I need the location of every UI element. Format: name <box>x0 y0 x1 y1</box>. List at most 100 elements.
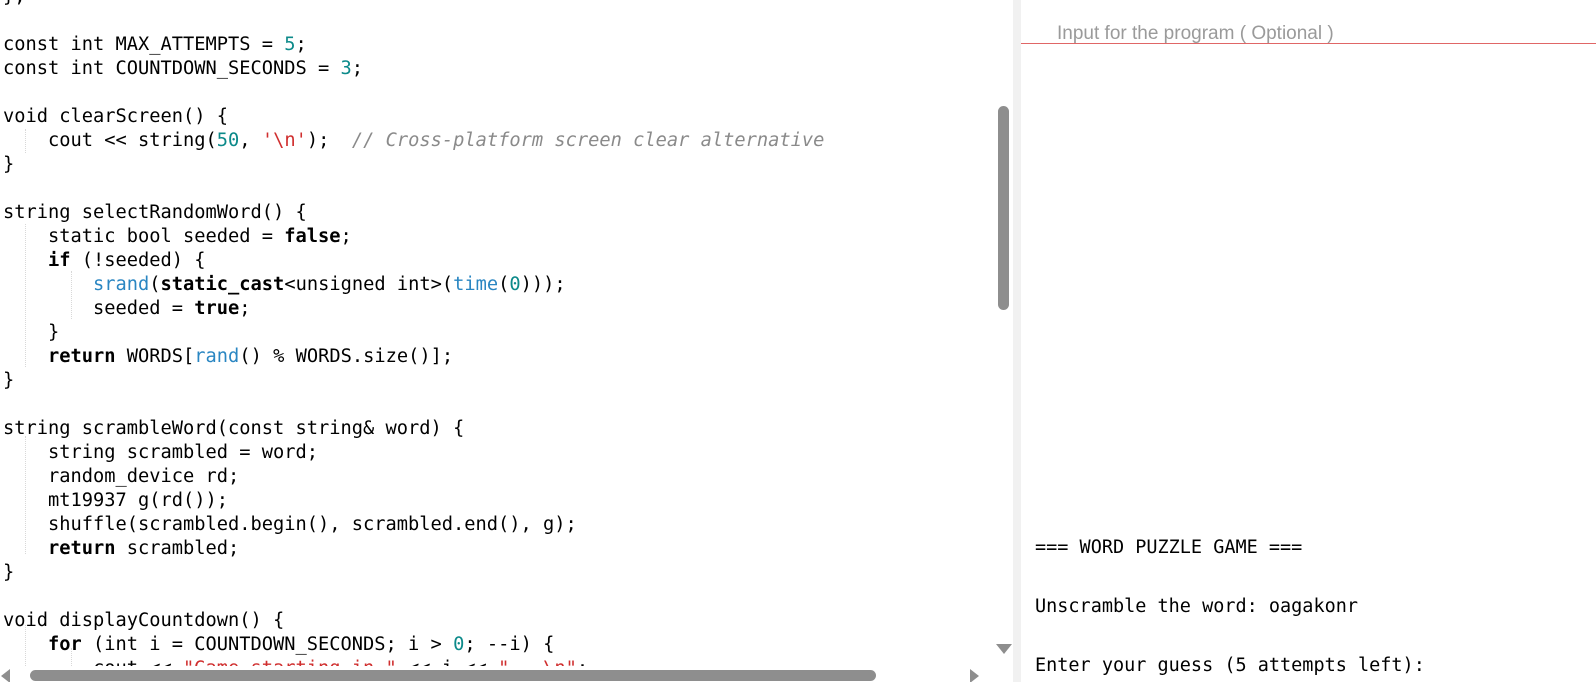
code-token: ))); <box>520 274 566 295</box>
code-line[interactable]: }; <box>3 0 824 9</box>
code-line[interactable]: } <box>3 153 824 177</box>
code-token: const int MAX_ATTEMPTS = <box>3 34 285 55</box>
vertical-scrollbar-thumb[interactable] <box>998 106 1009 310</box>
code-token: (!seeded) { <box>70 250 206 271</box>
code-token: 5 <box>284 34 296 55</box>
output-line: === WORD PUZZLE GAME === <box>1035 537 1303 558</box>
code-token: mt19937 g(rd()); <box>3 490 229 511</box>
code-line[interactable]: shuffle(scrambled.begin(), scrambled.end… <box>3 513 824 537</box>
code-line[interactable] <box>3 9 824 33</box>
code-token: () % WORDS.size()]; <box>239 346 454 367</box>
code-token: srand <box>93 274 150 295</box>
code-token: ; <box>295 34 307 55</box>
code-line[interactable]: seeded = true; <box>3 297 824 321</box>
code-token: ; --i) { <box>464 634 555 655</box>
code-token: WORDS[ <box>115 346 195 367</box>
vertical-scrollbar[interactable] <box>990 0 1013 662</box>
code-token: time <box>453 274 499 295</box>
program-input-field[interactable] <box>1021 0 1596 44</box>
code-token: string scrambled = word; <box>3 442 319 463</box>
code-token: '\n' <box>261 130 307 151</box>
code-token: cout << string( <box>3 130 217 151</box>
code-line[interactable]: cout << string(50, '\n'); // Cross-platf… <box>3 129 824 153</box>
code-line[interactable]: return WORDS[rand() % WORDS.size()]; <box>3 345 824 369</box>
pane-divider[interactable] <box>1013 0 1021 682</box>
code-token: rand <box>194 346 240 367</box>
code-token: } <box>3 370 15 391</box>
scroll-left-arrow-icon[interactable] <box>1 669 10 682</box>
code-token: seeded = <box>3 298 195 319</box>
code-token: ; <box>351 58 364 79</box>
code-line[interactable] <box>3 81 824 105</box>
code-token: void displayCountdown() { <box>3 610 285 631</box>
program-output: === WORD PUZZLE GAME === Unscramble the w… <box>1035 533 1425 681</box>
code-token: ; <box>239 298 251 319</box>
scroll-down-arrow-icon[interactable] <box>996 644 1012 654</box>
code-token: (int i = COUNTDOWN_SECONDS; i > <box>81 634 454 655</box>
code-token: string selectRandomWord() { <box>3 202 307 223</box>
code-line[interactable]: for (int i = COUNTDOWN_SECONDS; i > 0; -… <box>3 633 824 657</box>
code-line[interactable]: } <box>3 561 824 585</box>
code-line[interactable] <box>3 177 824 201</box>
code-token: ; <box>340 226 352 247</box>
code-line[interactable]: } <box>3 321 824 345</box>
code-token: scrambled; <box>115 538 240 559</box>
code-line[interactable]: mt19937 g(rd()); <box>3 489 824 513</box>
code-token: <unsigned int>( <box>284 274 454 295</box>
code-token: string scrambleWord(const string& word) … <box>3 418 465 439</box>
output-line: Unscramble the word: oagakonr <box>1035 596 1359 617</box>
io-panel: === WORD PUZZLE GAME === Unscramble the w… <box>1021 0 1596 682</box>
code-editor[interactable]: };const int MAX_ATTEMPTS = 5;const int C… <box>0 0 1015 682</box>
code-line[interactable]: string selectRandomWord() { <box>3 201 824 225</box>
code-line[interactable]: const int COUNTDOWN_SECONDS = 3; <box>3 57 824 81</box>
code-line[interactable]: random_device rd; <box>3 465 824 489</box>
code-token: } <box>3 562 15 583</box>
horizontal-scrollbar-thumb[interactable] <box>30 670 876 681</box>
code-line[interactable]: if (!seeded) { <box>3 249 824 273</box>
code-token: 3 <box>340 58 352 79</box>
code-token: for <box>48 634 82 655</box>
code-line[interactable]: const int MAX_ATTEMPTS = 5; <box>3 33 824 57</box>
code-token: 0 <box>509 274 521 295</box>
code-token: // Cross-platform screen clear alternati… <box>351 130 825 151</box>
indent-guide <box>71 271 72 319</box>
code-line[interactable]: string scrambled = word; <box>3 441 824 465</box>
code-content[interactable]: };const int MAX_ATTEMPTS = 5;const int C… <box>3 0 824 681</box>
indent-guide <box>25 436 26 554</box>
code-line[interactable]: return scrambled; <box>3 537 824 561</box>
code-line[interactable]: void clearScreen() { <box>3 105 824 129</box>
code-line[interactable]: static bool seeded = false; <box>3 225 824 249</box>
code-line[interactable] <box>3 585 824 609</box>
code-token: ( <box>498 274 510 295</box>
indent-guide <box>25 129 26 153</box>
code-token: shuffle(scrambled.begin(), scrambled.end… <box>3 514 577 535</box>
horizontal-scrollbar[interactable] <box>0 666 990 682</box>
code-token: }; <box>3 0 26 7</box>
code-token: return <box>48 346 116 367</box>
code-line[interactable]: void displayCountdown() { <box>3 609 824 633</box>
code-line[interactable]: srand(static_cast<unsigned int>(time(0))… <box>3 273 824 297</box>
code-token: } <box>3 322 60 343</box>
code-token: false <box>284 226 341 247</box>
scroll-right-arrow-icon[interactable] <box>970 669 979 682</box>
code-token: return <box>48 538 116 559</box>
code-token: if <box>48 250 71 271</box>
code-token: 0 <box>453 634 465 655</box>
code-token: ); <box>306 130 352 151</box>
code-line[interactable]: } <box>3 369 824 393</box>
code-token: random_device rd; <box>3 466 240 487</box>
code-token: true <box>194 298 240 319</box>
code-token: } <box>3 154 15 175</box>
code-line[interactable]: string scrambleWord(const string& word) … <box>3 417 824 441</box>
code-token: static_cast <box>160 274 285 295</box>
output-line: Enter your guess (5 attempts left): <box>1035 655 1425 676</box>
code-line[interactable] <box>3 393 824 417</box>
indent-guide <box>25 224 26 367</box>
code-token: void clearScreen() { <box>3 106 229 127</box>
code-token: ( <box>149 274 161 295</box>
indent-guide <box>71 648 72 666</box>
indent-guide <box>25 625 26 666</box>
